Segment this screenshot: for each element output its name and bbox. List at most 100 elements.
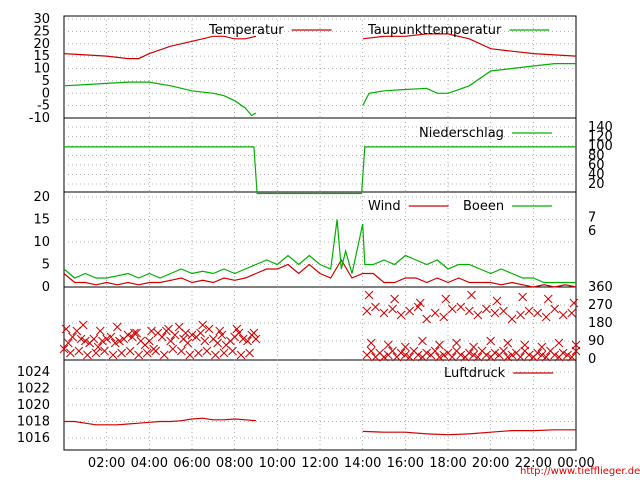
series-line-taupunkttemperatur [362, 62, 576, 106]
y-tick-label: 20 [33, 190, 50, 205]
wind-direction-point [567, 308, 577, 318]
y-tick-label: 360 [588, 280, 613, 295]
y-tick-label: 270 [588, 298, 613, 313]
wind-direction-point [558, 310, 568, 320]
wind-direction-point [159, 350, 169, 360]
wind-direction-point [400, 342, 410, 352]
wind-direction-point [379, 308, 389, 318]
wind-direction-point [396, 310, 406, 320]
wind-direction-point [499, 306, 508, 316]
wind-direction-point [157, 332, 167, 342]
wind-direction-point [117, 348, 126, 358]
wind-direction-point [464, 306, 474, 316]
wind-direction-point [83, 350, 92, 360]
wind-direction-point [232, 324, 242, 334]
series-line-luftdruck [362, 429, 576, 436]
wind-direction-point [516, 310, 525, 320]
wind-direction-point [249, 328, 259, 338]
wind-direction-point [91, 348, 101, 358]
wind-direction-point [435, 340, 444, 350]
legend-label: Temperatur [208, 23, 284, 38]
wind-direction-point [251, 334, 261, 344]
right-tick-label: 6 [588, 224, 596, 239]
wind-direction-point [492, 296, 502, 306]
wind-direction-point [366, 346, 376, 356]
y-tick-label: 1024 [17, 365, 50, 380]
wind-direction-point [95, 326, 105, 336]
wind-direction-point [366, 338, 376, 348]
wind-direction-point [134, 350, 144, 360]
wind-direction-point [390, 294, 400, 304]
wind-direction-point [524, 306, 534, 316]
y-tick-label: 1016 [17, 431, 50, 446]
wind-direction-point [68, 332, 77, 342]
wind-direction-point [89, 334, 99, 344]
wind-direction-point [213, 338, 222, 348]
y-tick-label: 1018 [17, 415, 50, 430]
y-tick-label: 15 [33, 213, 50, 228]
y-tick-label: 20 [588, 177, 605, 192]
wind-direction-point [108, 350, 118, 360]
y-tick-label: 180 [588, 316, 613, 331]
x-tick-label: 06:00 [173, 456, 210, 471]
x-tick-label: 16:00 [387, 456, 424, 471]
x-tick-label: 12:00 [301, 456, 338, 471]
x-tick-label: 08:00 [216, 456, 253, 471]
x-tick-label: 04:00 [131, 456, 168, 471]
wind-direction-point [383, 340, 393, 350]
legend-label: Luftdruck [444, 366, 506, 381]
wind-direction-point [388, 304, 397, 314]
wind-direction-point [543, 294, 553, 304]
wind-direction-point [447, 304, 457, 314]
wind-direction-point [147, 326, 156, 336]
wind-direction-point [469, 342, 478, 352]
wind-direction-point [418, 336, 427, 346]
wind-direction-point [74, 346, 84, 356]
legend-label: Taupunkttemperatur [367, 23, 502, 38]
wind-direction-point [219, 348, 229, 358]
wind-direction-point [181, 328, 190, 338]
y-tick-label: 5 [42, 258, 50, 273]
wind-direction-point [112, 322, 122, 332]
wind-direction-point [151, 346, 161, 356]
wind-direction-point [490, 308, 500, 318]
series-line-temperatur [63, 35, 257, 60]
legend-label: Niederschlag [419, 126, 504, 141]
x-tick-label: 02:00 [88, 456, 125, 471]
wind-direction-point [473, 310, 483, 320]
wind-direction-point [541, 312, 551, 322]
wind-direction-point [499, 346, 508, 356]
wind-direction-point [456, 302, 466, 312]
wind-direction-point [362, 306, 372, 316]
wind-direction-point [78, 320, 88, 330]
wind-direction-point [196, 328, 205, 338]
wind-direction-point [164, 324, 173, 334]
x-tick-label: 22:00 [515, 456, 552, 471]
x-tick-label: 00:00 [557, 456, 594, 471]
wind-direction-point [215, 326, 225, 336]
wind-direction-point [503, 338, 513, 348]
wind-direction-point [430, 308, 440, 318]
wind-direction-point [63, 338, 73, 348]
y-tick-label: 1020 [17, 398, 50, 413]
wind-direction-point [518, 292, 528, 302]
wind-direction-point [441, 294, 451, 304]
wind-direction-point [405, 306, 414, 316]
wind-direction-point [482, 304, 491, 314]
wind-direction-point [176, 346, 186, 356]
wind-direction-point [422, 314, 432, 324]
wind-direction-point [211, 350, 220, 360]
wind-direction-point [533, 308, 542, 318]
weather-chart: 302520151050-5-1014012010080604020201510… [17, 12, 613, 471]
x-tick-label: 18:00 [429, 456, 466, 471]
wind-direction-point [236, 350, 246, 360]
wind-direction-point [569, 298, 579, 308]
legend-label: Wind [368, 199, 401, 214]
wind-direction-point [467, 290, 476, 300]
x-tick-label: 20:00 [472, 456, 509, 471]
wind-direction-point [202, 346, 212, 356]
wind-direction-point [183, 338, 193, 348]
wind-direction-point [452, 338, 461, 348]
wind-direction-point [439, 312, 449, 322]
y-tick-label: 0 [42, 280, 50, 295]
